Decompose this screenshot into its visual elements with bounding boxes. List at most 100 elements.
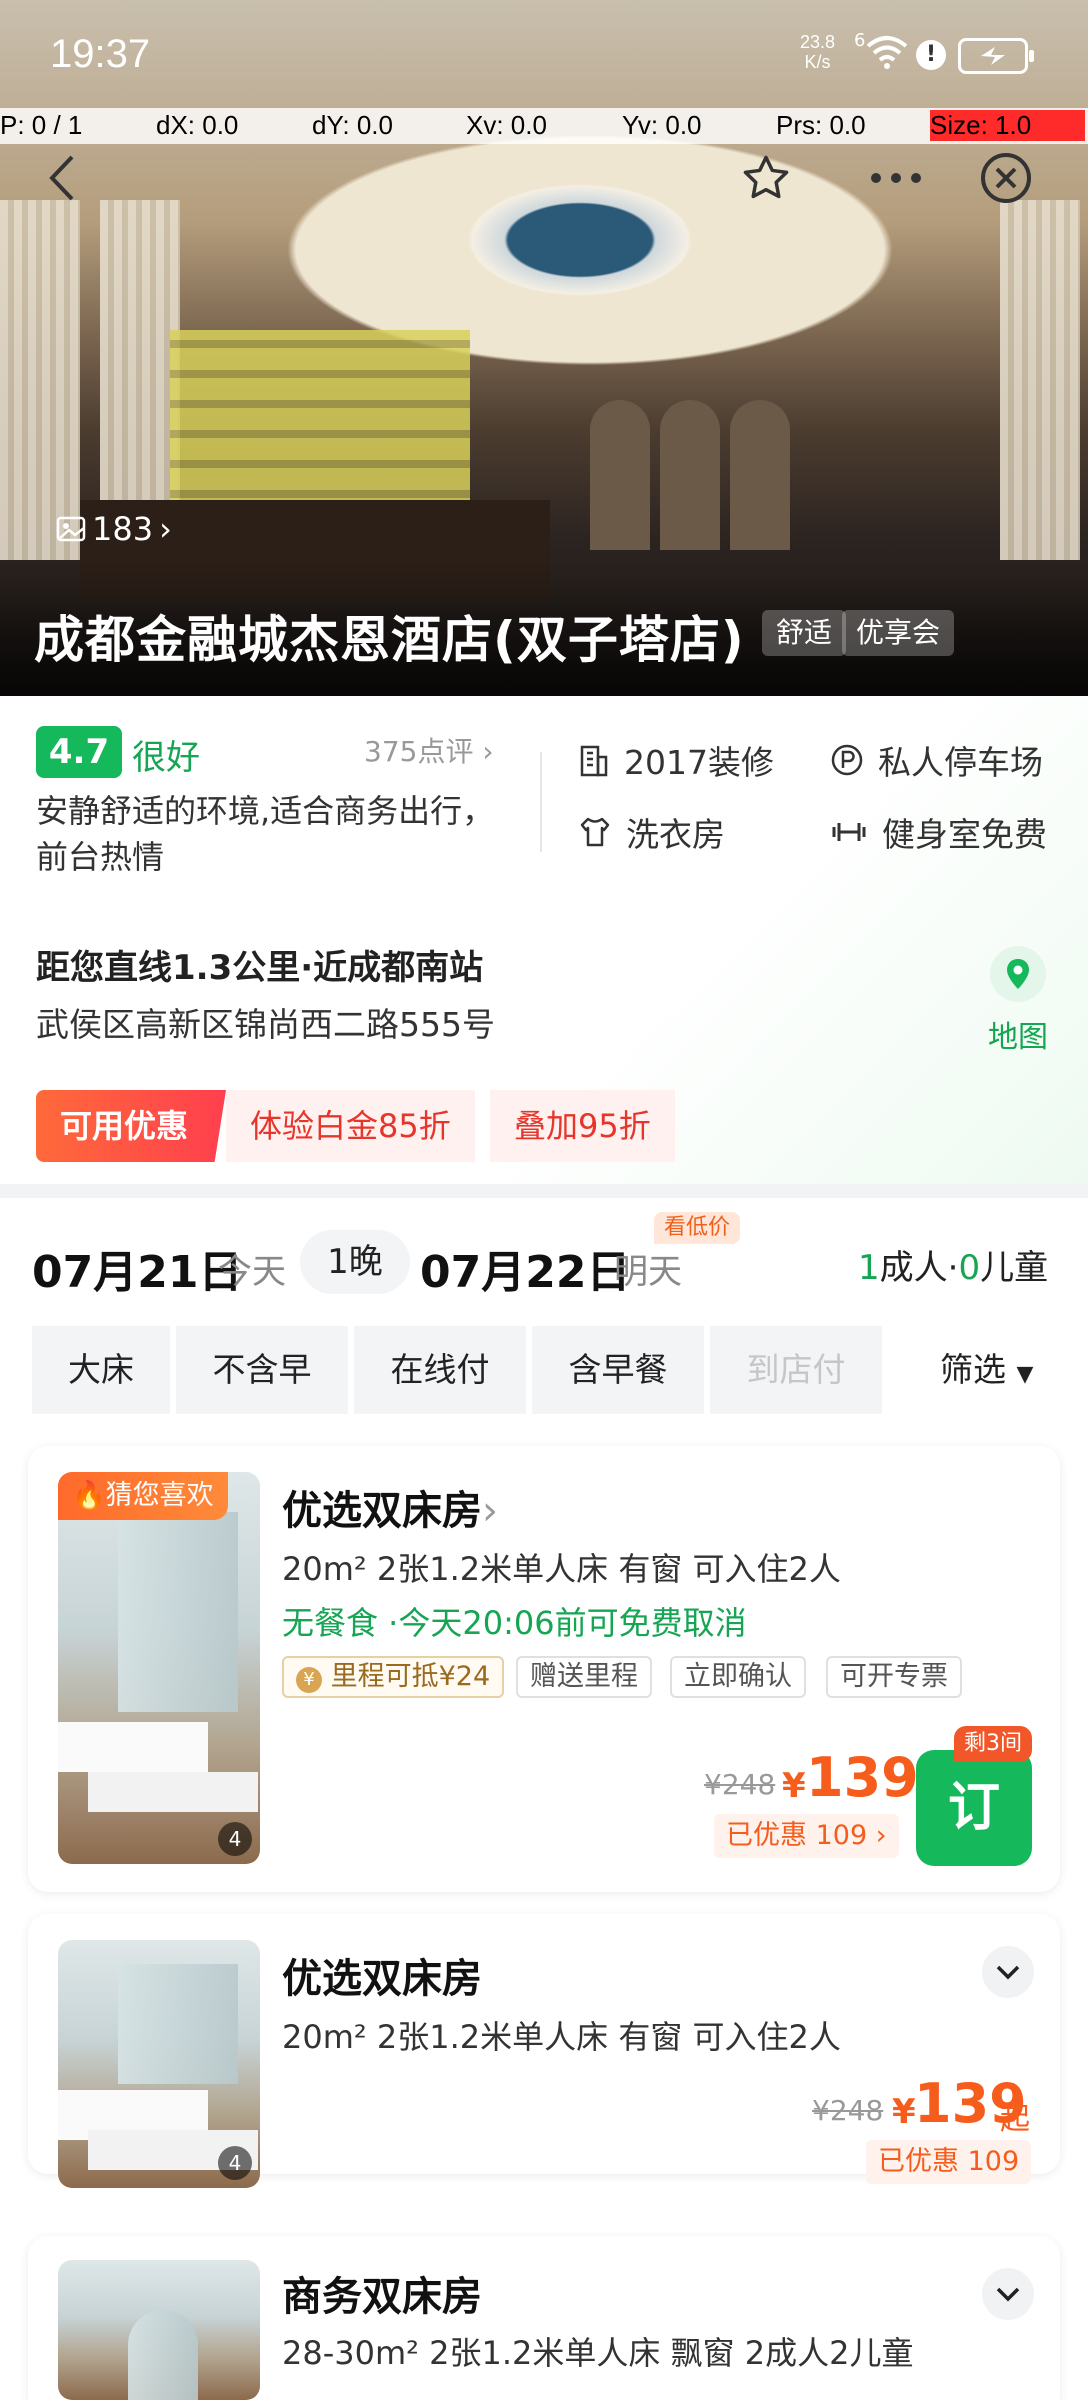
filter-chip[interactable]: 在线付: [354, 1326, 526, 1414]
chevron-right-icon: ›: [482, 735, 494, 768]
discount-info[interactable]: 已优惠 109 ›: [714, 1814, 899, 1858]
discount-label: 已优惠 109: [726, 1820, 868, 1851]
facility-item: 健身室免费: [830, 808, 1047, 856]
back-button[interactable]: [30, 146, 94, 210]
facility-label: 健身室免费: [882, 815, 1047, 854]
room-photo[interactable]: [58, 2260, 260, 2400]
map-label: 地图: [988, 1020, 1048, 1055]
children-label: 儿童: [980, 1248, 1049, 1288]
filter-chip[interactable]: 含早餐: [532, 1326, 704, 1414]
filter-chip[interactable]: 大床: [32, 1326, 170, 1414]
room-chip: 立即确认: [670, 1656, 806, 1698]
room-name-label: 优选双床房: [282, 1488, 482, 1534]
book-button[interactable]: 订: [916, 1750, 1032, 1866]
guess-you-like-label: 猜您喜欢: [105, 1480, 214, 1511]
review-summary: 安静舒适的环境,适合商务出行，前台热情: [36, 792, 495, 876]
wifi-icon: [866, 36, 908, 69]
photo-count-label: 183: [92, 510, 154, 548]
room-chip: 赠送里程: [516, 1656, 652, 1698]
decor-arch: [590, 400, 650, 550]
adults-label: 成人·: [879, 1248, 959, 1288]
chevron-down-icon: [996, 2287, 1020, 2302]
hotel-tag: 优享会: [842, 610, 955, 656]
more-button[interactable]: [864, 146, 928, 210]
debug-size: Size: 1.0: [930, 110, 1085, 141]
filter-more-button[interactable]: 筛选 ▼: [940, 1326, 1033, 1414]
room-price: 139: [806, 1746, 919, 1809]
room-photo[interactable]: 4: [58, 1940, 260, 2188]
filter-chip[interactable]: 不含早: [176, 1326, 348, 1414]
original-price: ¥248: [704, 1768, 776, 1801]
parking-icon: [831, 744, 863, 776]
price-currency: ¥: [892, 2092, 916, 2132]
nights-count: 1晚: [300, 1230, 410, 1294]
decor-arch: [660, 400, 720, 550]
chevron-right-icon: ›: [159, 510, 172, 548]
more-dots-icon: [871, 173, 921, 183]
debug-xv: Xv: 0.0: [466, 110, 547, 140]
checkout-date[interactable]: 07月22日: [420, 1236, 630, 1300]
building-icon: [580, 745, 608, 777]
close-button[interactable]: [974, 146, 1038, 210]
decor-arch: [730, 400, 790, 550]
checkin-date[interactable]: 07月21日: [32, 1236, 242, 1300]
reviews-link[interactable]: 375点评 ›: [364, 730, 494, 770]
low-price-tag[interactable]: 看低价: [654, 1212, 741, 1244]
promo-main[interactable]: 可用优惠: [36, 1090, 226, 1162]
chevron-right-icon: ›: [875, 1820, 887, 1851]
favorite-button[interactable]: [734, 146, 798, 210]
expand-button[interactable]: [982, 2268, 1034, 2320]
facility-item: 洗衣房: [578, 808, 725, 856]
price-currency: ¥: [782, 1766, 806, 1806]
debug-yv: Yv: 0.0: [622, 110, 702, 140]
room-spec: 28-30m² 2张1.2米单人床 飘窗 2成人2儿童: [282, 2334, 914, 2372]
price-from: 起: [1000, 2102, 1030, 2137]
chevron-right-icon: ›: [482, 1488, 498, 1534]
debug-dy: dY: 0.0: [312, 110, 393, 140]
rating-score[interactable]: 4.7: [36, 726, 122, 778]
promo-item[interactable]: 体验白金85折: [226, 1090, 475, 1162]
rating-label[interactable]: 很好: [132, 730, 200, 779]
map-pin-icon: [990, 946, 1046, 1002]
reviews-label: 375点评: [364, 735, 474, 768]
image-icon: [56, 516, 86, 542]
address-text[interactable]: 武侯区高新区锦尚西二路555号: [36, 998, 495, 1046]
facility-label: 洗衣房: [626, 815, 725, 854]
room-spec: 20m² 2张1.2米单人床 有窗 可入住2人: [282, 1550, 841, 1588]
discount-info[interactable]: 已优惠 109: [866, 2140, 1032, 2184]
children-count: 0: [958, 1248, 981, 1288]
room-name[interactable]: 优选双床房›: [282, 1478, 498, 1536]
close-icon: [981, 153, 1031, 203]
guess-you-like-badge: 🔥猜您喜欢: [58, 1472, 228, 1520]
room-name[interactable]: 商务双床房: [282, 2264, 482, 2322]
filter-chip-disabled: 到店付: [710, 1326, 882, 1414]
debug-overlay: P: 0 / 1 dX: 0.0 dY: 0.0 Xv: 0.0 Yv: 0.0…: [0, 108, 1088, 144]
guests-selector[interactable]: 1成人·0儿童: [858, 1240, 1048, 1289]
photo-count[interactable]: 183 ›: [56, 510, 172, 548]
facility-item: 2017装修: [578, 736, 774, 784]
room-name[interactable]: 优选双床房: [282, 1946, 482, 2004]
battery-icon: [958, 38, 1034, 74]
room-photo-count: 4: [218, 1822, 252, 1856]
net-speed-value: 23.8: [800, 32, 836, 52]
mileage-chip: ¥ 里程可抵¥24: [282, 1656, 505, 1698]
checkout-day: 明天: [614, 1252, 682, 1292]
rooms-left-badge: 剩3间: [954, 1726, 1032, 1762]
expand-button[interactable]: [982, 1946, 1034, 1998]
promo-item[interactable]: 叠加95折: [490, 1090, 675, 1162]
room-photo[interactable]: 4: [58, 1472, 260, 1864]
alert-icon: !: [916, 40, 946, 70]
signal-label: 6: [854, 30, 866, 51]
net-speed-unit: K/s: [804, 52, 831, 72]
divider: [540, 752, 542, 852]
map-button[interactable]: 地图: [988, 946, 1048, 1056]
hotel-tag: 舒适: [762, 610, 847, 656]
facility-label: 私人停车场: [878, 743, 1043, 782]
facility-item: 私人停车场: [830, 736, 1043, 784]
debug-pointer: P: 0 / 1: [0, 110, 83, 140]
room-spec: 20m² 2张1.2米单人床 有窗 可入住2人: [282, 2018, 841, 2056]
decor-pillar: [0, 200, 80, 560]
checkin-day: 今天: [218, 1252, 286, 1292]
chevron-left-icon: [49, 155, 74, 201]
debug-prs: Prs: 0.0: [776, 110, 866, 140]
